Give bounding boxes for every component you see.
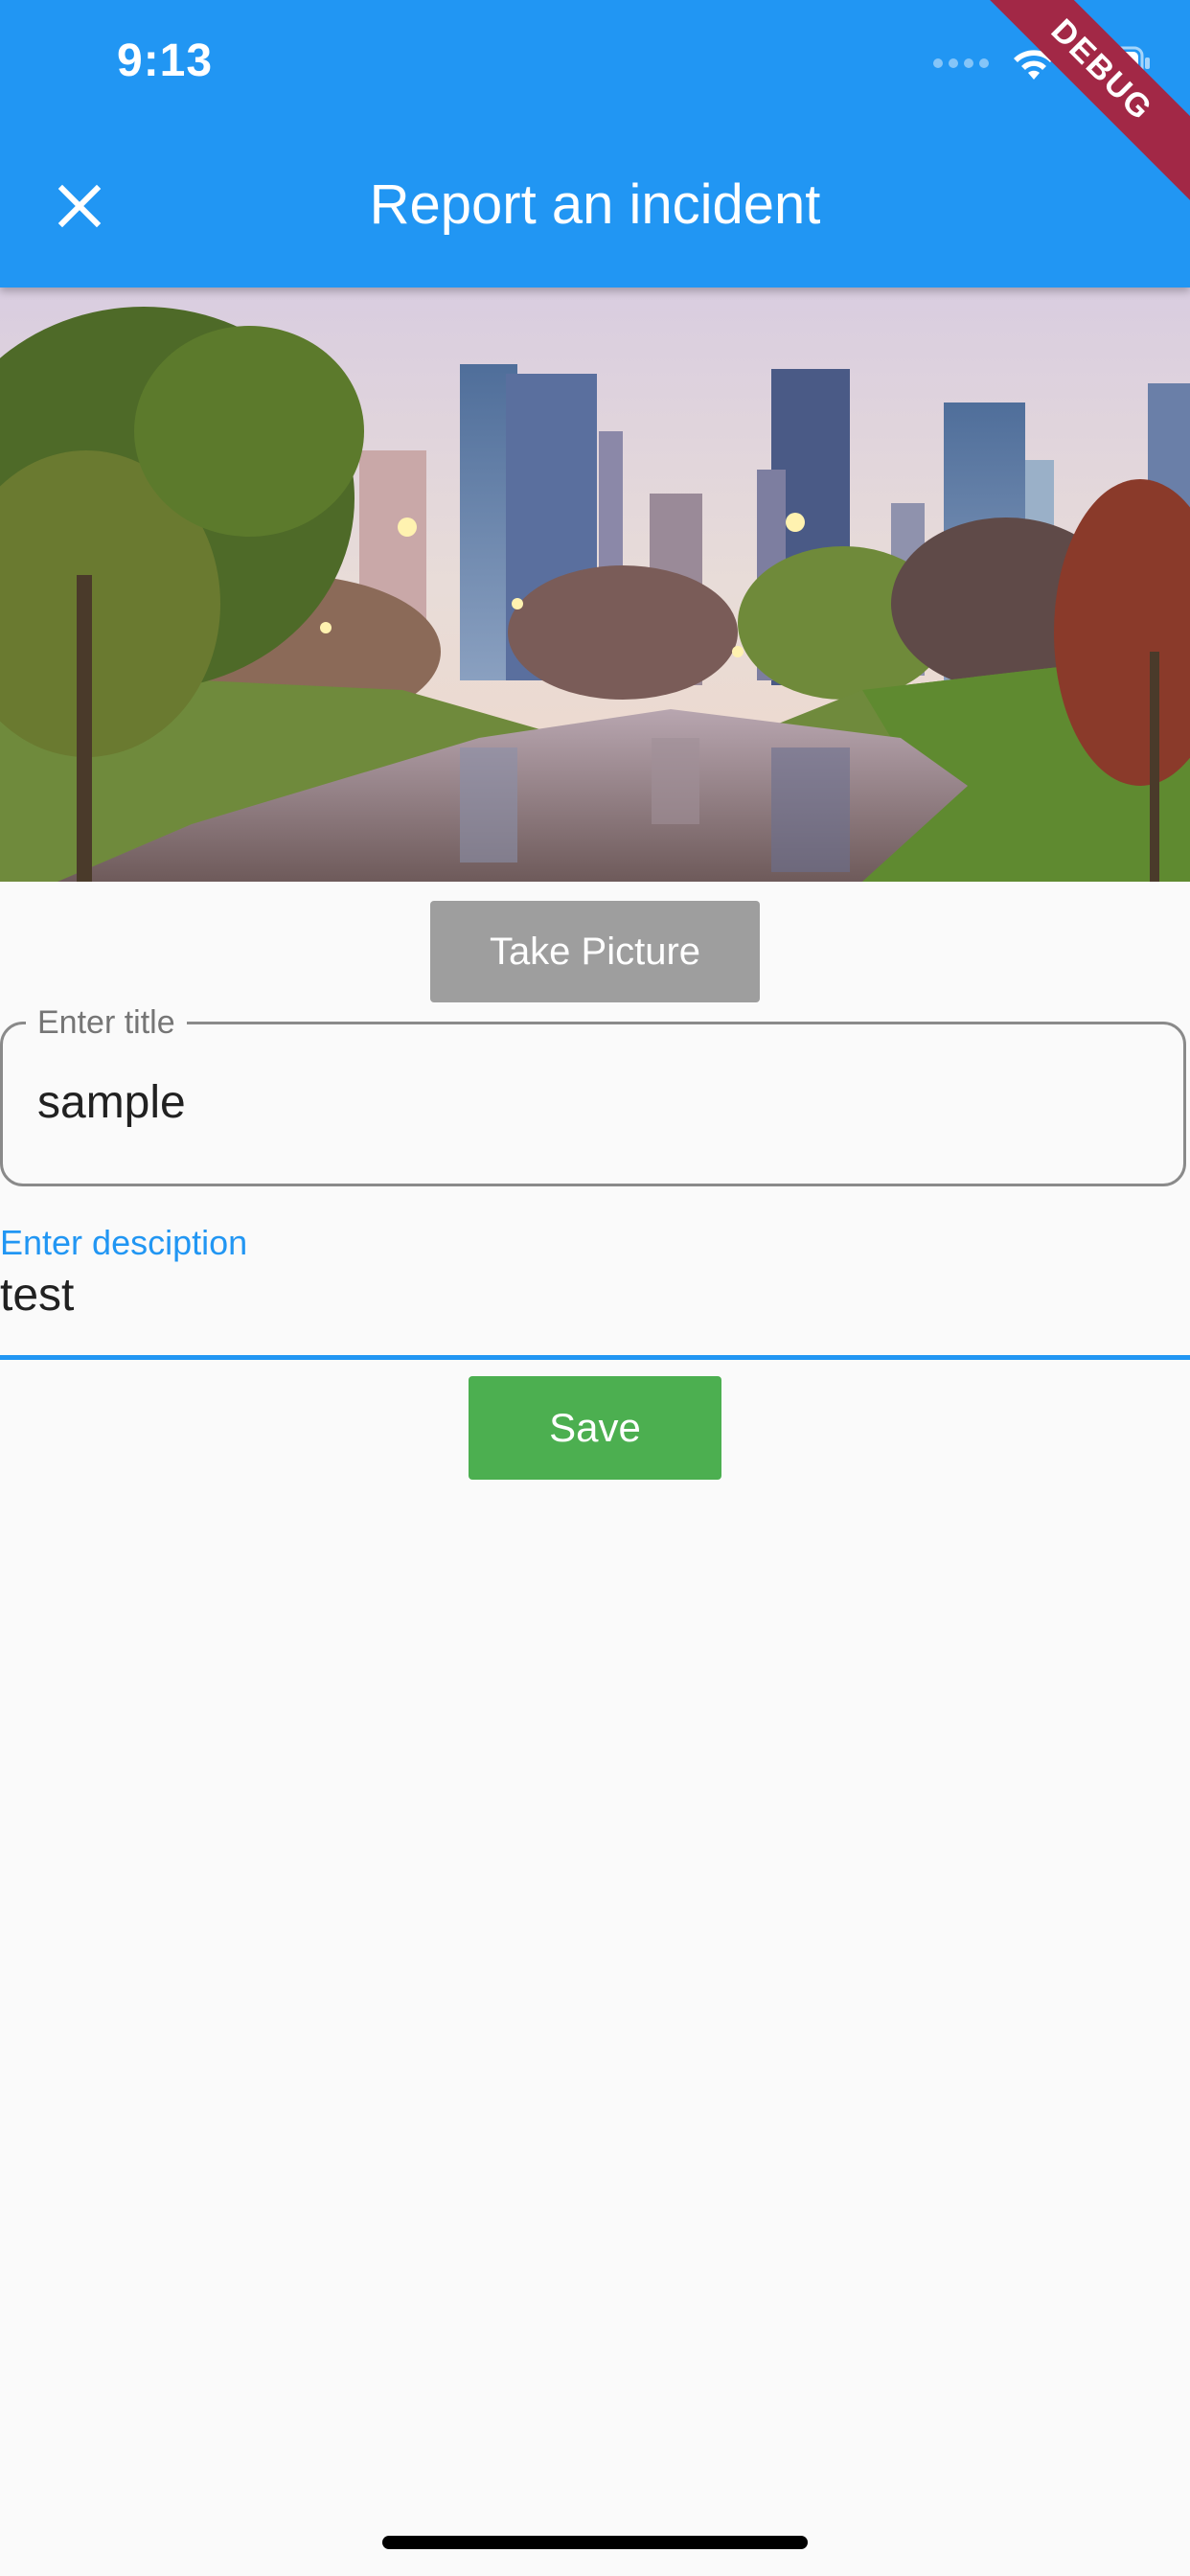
title-input[interactable]: sample <box>37 1076 186 1129</box>
status-time: 9:13 <box>117 35 214 86</box>
description-field[interactable]: Enter desciption test <box>0 1219 1190 1361</box>
description-input[interactable]: test <box>0 1269 74 1322</box>
take-picture-button[interactable]: Take Picture <box>430 901 760 1002</box>
title-field[interactable]: Enter title sample <box>0 1001 1186 1186</box>
city-park-photo <box>0 288 1190 882</box>
page-title: Report an incident <box>369 173 821 236</box>
description-field-label: Enter desciption <box>0 1223 248 1262</box>
cellular-signal-icon <box>933 58 989 68</box>
save-button[interactable]: Save <box>469 1376 721 1480</box>
incident-photo <box>0 288 1190 882</box>
app-bar: 9:13 Report an incident <box>0 0 1190 288</box>
home-indicator[interactable] <box>382 2536 808 2549</box>
screen: 9:13 Report an incident DEBUG Take Pictu… <box>0 0 1190 2576</box>
description-underline <box>0 1355 1190 1360</box>
title-field-label: Enter title <box>26 1001 187 1044</box>
